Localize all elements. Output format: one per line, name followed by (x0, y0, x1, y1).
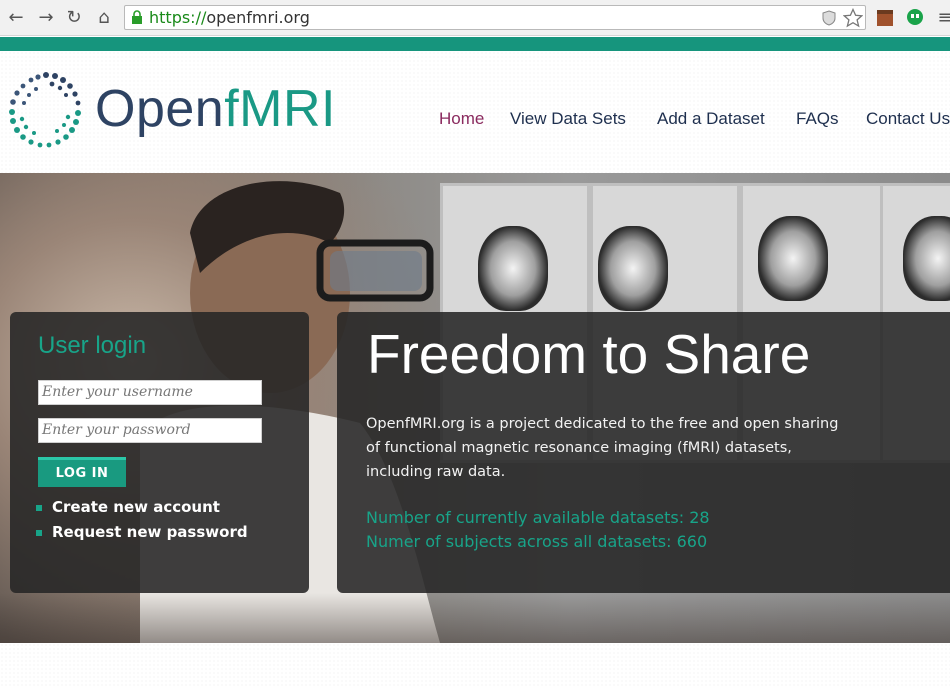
nav-faqs[interactable]: FAQs (796, 109, 839, 129)
forward-arrow-icon[interactable]: → (36, 8, 56, 28)
password-field[interactable]: Enter your password (38, 418, 262, 443)
brain-scan-image (598, 226, 668, 311)
nav-home[interactable]: Home (439, 109, 484, 129)
back-arrow-icon[interactable]: ← (6, 8, 26, 28)
brain-scan-image (903, 216, 950, 301)
intro-panel: Freedom to Share OpenfMRI.org is a proje… (337, 312, 950, 593)
hero-desk-shadow (0, 593, 950, 643)
subjects-count-stat: Numer of subjects across all datasets: 6… (366, 532, 707, 551)
request-password-link[interactable]: Request new password (52, 523, 248, 541)
home-icon[interactable]: ⌂ (94, 8, 114, 28)
hangouts-icon[interactable] (905, 8, 925, 28)
shield-icon[interactable] (822, 10, 836, 26)
bullet-icon (36, 505, 42, 511)
top-accent-strip (0, 37, 950, 51)
nav-view-data-sets[interactable]: View Data Sets (510, 109, 626, 129)
brain-scan-image (758, 216, 828, 301)
user-login-panel: User login Enter your username Enter you… (10, 312, 309, 593)
stat-value: 28 (689, 508, 710, 527)
page-content-area (0, 643, 950, 686)
intro-description: OpenfMRI.org is a project dedicated to t… (366, 416, 839, 480)
datasets-count-stat: Number of currently available datasets: … (366, 508, 710, 527)
reload-icon[interactable]: ↻ (64, 8, 84, 28)
create-account-link[interactable]: Create new account (52, 498, 220, 516)
login-button[interactable]: LOG IN (38, 457, 126, 487)
url-text: https://openfmri.org (149, 8, 310, 27)
main-navigation: Home View Data Sets Add a Dataset FAQs C… (0, 109, 950, 133)
site-header: OpenfMRI Home View Data Sets Add a Datas… (0, 51, 950, 173)
nav-contact-us[interactable]: Contact Us (866, 109, 950, 129)
stat-value: 660 (676, 532, 708, 551)
stat-label: Numer of subjects across all datasets: (366, 532, 672, 551)
bullet-icon (36, 530, 42, 536)
login-title: User login (38, 332, 147, 359)
brain-scan-image (478, 226, 548, 311)
browser-toolbar: ← → ↻ ⌂ https://openfmri.org ≡ (0, 0, 950, 36)
nav-add-dataset[interactable]: Add a Dataset (657, 109, 765, 129)
username-field[interactable]: Enter your username (38, 380, 262, 405)
menu-icon[interactable]: ≡ (935, 8, 950, 28)
intro-title: Freedom to Share (367, 323, 811, 385)
address-bar[interactable]: https://openfmri.org (124, 5, 866, 30)
clapperboard-icon[interactable] (875, 8, 895, 28)
stat-label: Number of currently available datasets: (366, 508, 685, 527)
star-icon[interactable] (843, 8, 863, 28)
lock-icon (132, 10, 142, 24)
